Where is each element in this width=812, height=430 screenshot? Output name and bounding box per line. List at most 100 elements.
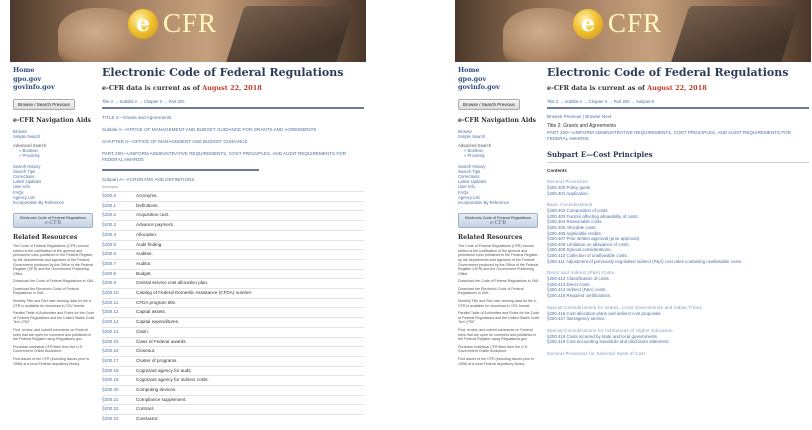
section-number-link[interactable]: §200.8: [102, 268, 136, 279]
gpo-link[interactable]: gpo.gov: [458, 75, 541, 84]
table-row: §200.5 Audit finding.: [102, 239, 364, 250]
table-row: §200.9 Central service cost allocation pl…: [102, 278, 364, 289]
subpart-title: Subpart E—Cost Principles: [547, 150, 809, 163]
table-row: §200.0 Acronyms.: [102, 191, 364, 202]
section-description: Compliance supplement.: [136, 394, 364, 405]
section-description: Auditee.: [136, 249, 364, 260]
section-description: Audit finding.: [136, 239, 364, 250]
section-link[interactable]: §200.401 Application.: [547, 191, 809, 197]
breadcrumb[interactable]: Title 2 → Subtitle A → Chapter II → Part…: [102, 99, 364, 109]
hierarchy-subtitle-link[interactable]: Subtitle A—OFFICE OF MANAGEMENT AND BUDG…: [102, 127, 364, 133]
left-page-screenshot: e CFR Home gpo.gov govinfo.gov Browse / …: [10, 0, 366, 430]
home-link[interactable]: Home: [13, 66, 96, 75]
section-number-link[interactable]: §200.0: [102, 191, 136, 202]
nav-link-simple-search[interactable]: Simple Search: [458, 134, 541, 139]
gpo-link[interactable]: gpo.gov: [13, 75, 96, 84]
section-description: Capital assets.: [136, 307, 364, 318]
section-number-link[interactable]: §200.13: [102, 317, 136, 328]
browse-search-previous-button[interactable]: Browse / Search Previous: [13, 98, 75, 110]
section-number-link[interactable]: §200.14: [102, 326, 136, 338]
part-link[interactable]: PART 200—UNIFORM ADMINISTRATIVE REQUIREM…: [547, 130, 809, 142]
ecfr-search-widget[interactable]: Electronic Code of Federal Regulations e…: [458, 213, 538, 229]
section-number-link[interactable]: §200.5: [102, 239, 136, 250]
section-number-link[interactable]: §200.2: [102, 210, 136, 221]
section-number-link[interactable]: §200.22: [102, 404, 136, 415]
contents-list: General Provisions §200.400 Policy guide.…: [547, 179, 809, 356]
contents-label: Contents: [547, 168, 567, 173]
hierarchy-chapter-link[interactable]: CHAPTER II—OFFICE OF MANAGEMENT AND BUDG…: [102, 139, 364, 145]
table-row: §200.11 CFDA program title.: [102, 297, 364, 308]
breadcrumb[interactable]: Title 2 → Subtitle A → Chapter II → Part…: [547, 99, 809, 109]
section-number-link[interactable]: §200.20: [102, 385, 136, 396]
section-number-link[interactable]: §200.19: [102, 375, 136, 386]
section-number-link[interactable]: §200.15: [102, 336, 136, 347]
section-link[interactable]: §200.411 Adjustment of previously negoti…: [547, 259, 809, 265]
contents-group-heading: Special Considerations for States, Local…: [547, 304, 702, 310]
section-number-link[interactable]: §200.6: [102, 249, 136, 260]
contents-group-list: §200.412 Classification of costs. §200.41…: [547, 276, 809, 298]
right-sidebar: Home gpo.gov govinfo.gov Browse / Search…: [455, 66, 541, 366]
section-description: Claim.: [136, 326, 364, 338]
proximity-link[interactable]: » Proximity: [464, 153, 541, 158]
nav-link-simple-search[interactable]: Simple Search: [13, 134, 96, 139]
section-number-link[interactable]: §200.11: [102, 297, 136, 308]
section-link[interactable]: §200.417 Interagency service.: [547, 316, 809, 322]
hierarchy-part-link[interactable]: PART 200—UNIFORM ADMINISTRATIVE REQUIREM…: [102, 151, 364, 163]
hierarchy-title-link[interactable]: TITLE 2—Grants and Agreements: [102, 115, 364, 121]
section-number-link[interactable]: §200.17: [102, 355, 136, 367]
more-links: Search History Search Tips Corrections L…: [458, 164, 541, 206]
resource-paragraph: Parallel Table of Authorities and Rules …: [13, 311, 96, 325]
section-number-link[interactable]: §200.1: [102, 200, 136, 211]
section-description: Advance payment.: [136, 220, 364, 231]
resource-paragraph: Find, review, and submit comments on Fed…: [458, 328, 537, 342]
section-number-link[interactable]: §200.12: [102, 307, 136, 318]
incorporation-by-reference-link[interactable]: Incorporation By Reference: [458, 200, 541, 205]
section-description: Capital expenditures.: [136, 317, 364, 328]
contents-group-heading: Direct and Indirect (F&A) Costs: [547, 270, 615, 276]
home-link[interactable]: Home: [458, 66, 541, 75]
section-number-link[interactable]: §200.7: [102, 258, 136, 270]
ecfr-logo[interactable]: e CFR: [128, 8, 217, 39]
related-resources-title: Related Resources: [13, 234, 78, 242]
left-sidebar: Home gpo.gov govinfo.gov Browse / Search…: [10, 66, 96, 366]
table-row: §200.8 Budget.: [102, 268, 364, 279]
contents-group-list: §200.400 Policy guide. §200.401 Applicati…: [547, 185, 809, 196]
section-description: Auditor.: [136, 258, 364, 270]
ecfr-logo-text: CFR: [608, 8, 663, 38]
table-row: §200.2 Acquisition cost.: [102, 210, 364, 221]
section-number-link[interactable]: §200.3: [102, 220, 136, 231]
title-line: Title 2: Grants and Agreements: [547, 123, 617, 129]
table-row: §200.19 Cognizant agency for indirect cos…: [102, 375, 364, 386]
section-link[interactable]: §200.415 Required certifications.: [547, 293, 809, 299]
more-links: Search History Search Tips Corrections L…: [13, 164, 96, 206]
ecfr-logo[interactable]: e CFR: [573, 8, 662, 39]
section-number-link[interactable]: §200.23: [102, 414, 136, 424]
section-description: Contract.: [136, 404, 364, 415]
section-link[interactable]: §200.419 Cost accounting standards and d…: [547, 339, 809, 345]
resource-paragraph: Monthly Title and Part user viewing data…: [458, 299, 538, 308]
resource-paragraph: Download the Code of Federal Regulations…: [13, 279, 95, 284]
section-number-link[interactable]: §200.10: [102, 288, 136, 299]
section-number-link[interactable]: §200.21: [102, 394, 136, 405]
section-number-link[interactable]: §200.16: [102, 346, 136, 357]
section-description: Central service cost allocation plan.: [136, 278, 364, 289]
proximity-link[interactable]: » Proximity: [19, 153, 96, 158]
incorporation-by-reference-link[interactable]: Incorporation By Reference: [13, 200, 96, 205]
section-description: Acquisition cost.: [136, 210, 364, 221]
section-number-link[interactable]: §200.18: [102, 365, 136, 376]
section-description: Cognizant agency for audit.: [136, 365, 364, 376]
subpart-heading-link[interactable]: Subpart A—ACRONYMS AND DEFINITIONS: [102, 177, 364, 182]
section-number-link[interactable]: §200.9: [102, 278, 136, 289]
resource-paragraph: Purchase individual CFR titles from the …: [13, 344, 84, 354]
browse-prev-next-links[interactable]: Browse Previous | Browse Next: [547, 114, 809, 119]
govinfo-link[interactable]: govinfo.gov: [458, 83, 541, 92]
ecfr-search-widget[interactable]: Electronic Code of Federal Regulations e…: [13, 213, 93, 229]
browse-search-previous-button[interactable]: Browse / Search Previous: [458, 98, 520, 110]
currency-notice: e-CFR data is current as of August 22, 2…: [547, 84, 809, 92]
right-page-screenshot: e CFR Home gpo.gov govinfo.gov Browse / …: [455, 0, 811, 430]
table-row: §200.6 Auditee.: [102, 249, 364, 260]
ecfr-banner: e CFR: [10, 0, 366, 62]
contents-group-heading: General Provisions for Selected Items of…: [547, 350, 646, 356]
section-number-link[interactable]: §200.4: [102, 229, 136, 241]
govinfo-link[interactable]: govinfo.gov: [13, 83, 96, 92]
